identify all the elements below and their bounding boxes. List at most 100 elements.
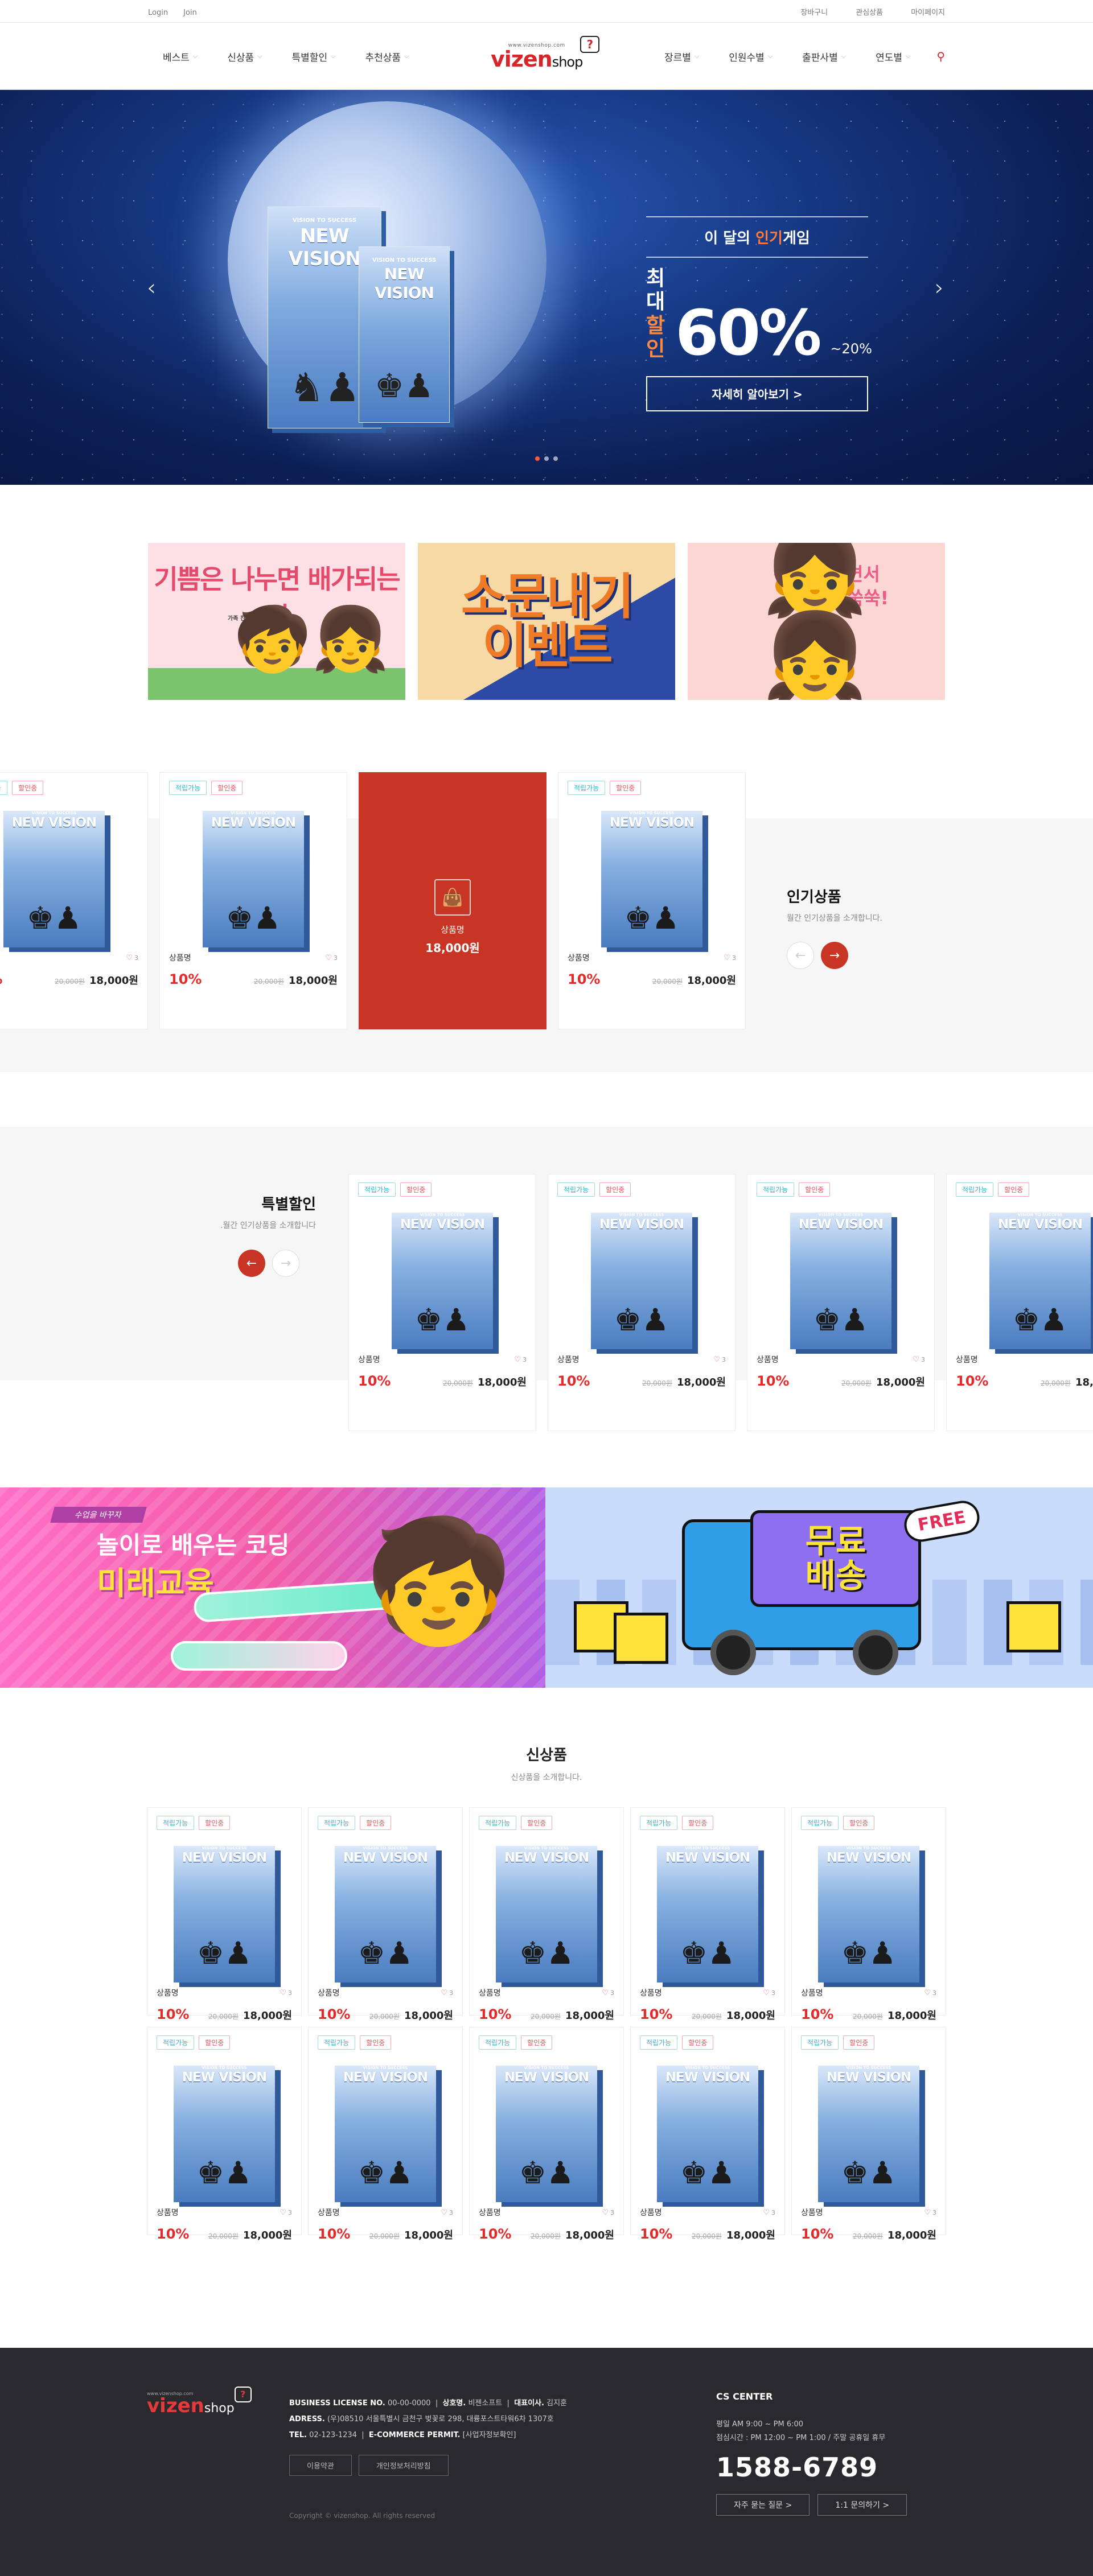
faq-button[interactable]: 자주 묻는 질문 > (716, 2494, 810, 2516)
like-button[interactable]: ♡ 3 (280, 2208, 292, 2217)
nav-item-genre[interactable]: 장르별 ⌵ (664, 50, 699, 64)
nav-item-special[interactable]: 특별할인 ⌵ (292, 50, 336, 64)
pagination-dot[interactable] (535, 456, 540, 461)
like-button[interactable]: ♡ 3 (126, 954, 138, 962)
heart-icon: ♡ (924, 1988, 931, 1997)
heart-icon: ♡ (602, 1988, 609, 1997)
sale-price: 18,000원 (477, 1376, 527, 1388)
popular-carousel-nav: ← → (787, 942, 848, 969)
product-card[interactable]: 적립가능할인중VISION TO SUCCESSNEW VISION♚♟상품명♡… (308, 2027, 463, 2242)
like-button[interactable]: ♡ 3 (602, 1989, 614, 1997)
discount-rate: 10% (157, 2226, 190, 2242)
product-name: 상품명 (568, 954, 590, 963)
pagination-dot[interactable] (553, 456, 558, 461)
wishlist-link[interactable]: 관심상품 (856, 9, 883, 17)
product-image: VISION TO SUCCESS NEW VISION ♚♟ (989, 1213, 1091, 1349)
nav-item-recommend[interactable]: 추천상품 ⌵ (365, 50, 409, 64)
product-name: 상품명 (318, 1989, 340, 1998)
like-button[interactable]: ♡ 3 (724, 954, 736, 962)
sale-tag: 할인중 (610, 781, 642, 795)
privacy-button[interactable]: 개인정보처리방침 (358, 2455, 449, 2476)
nav-item-publisher[interactable]: 출판사별 ⌵ (802, 50, 846, 64)
chess-piece-icon: ♚♟ (26, 900, 82, 936)
product-card[interactable]: 적립가능할인중VISION TO SUCCESSNEW VISION♚♟상품명♡… (630, 2027, 785, 2242)
product-card[interactable]: 적립가능할인중VISION TO SUCCESSNEW VISION♚♟상품명♡… (548, 1174, 735, 1431)
promo-eq[interactable]: 친구랑 놀면서 EQ도 쑥쑥! 👧👧 (688, 543, 945, 700)
product-card[interactable]: 적립가능할인중VISION TO SUCCESSNEW VISION♚♟상품명♡… (747, 1174, 935, 1431)
like-button[interactable]: ♡ 3 (325, 954, 338, 962)
like-button[interactable]: ♡ 3 (514, 1355, 527, 1364)
product-card[interactable]: 적립가능할인중VISION TO SUCCESSNEW VISION♚♟상품명♡… (630, 1807, 785, 2022)
search-icon[interactable]: ⚲ (936, 50, 945, 63)
site-logo[interactable]: www.vizenshop.com vizenshop ? (491, 36, 600, 70)
original-price: 20,000원 (208, 2232, 239, 2240)
discount-rate: 10% (640, 2006, 673, 2022)
original-price: 20,000원 (530, 2013, 561, 2021)
nav-right: 장르별 ⌵ 인원수별 ⌵ 출판사별 ⌵ 연도별 ⌵ ⚲ (650, 50, 945, 64)
product-image: VISION TO SUCCESS NEW VISION ♚♟ (657, 2066, 758, 2202)
product-card[interactable]: 적립가능할인중VISION TO SUCCESSNEW VISION♚♟상품명♡… (147, 2027, 302, 2242)
product-card[interactable]: 적립가능할인중VISION TO SUCCESSNEW VISION♚♟상품명♡… (946, 1174, 1093, 1431)
login-link[interactable]: Login (148, 9, 168, 17)
like-button[interactable]: ♡ 3 (763, 1989, 775, 1997)
like-button[interactable]: ♡ 3 (280, 1989, 292, 1997)
shopping-bag-icon: 👜 (434, 879, 471, 916)
like-button[interactable]: ♡ 3 (713, 1355, 726, 1364)
like-button[interactable]: ♡ 3 (924, 1989, 936, 1997)
terms-button[interactable]: 이용약관 (289, 2455, 352, 2476)
like-button[interactable]: ♡ 3 (924, 2208, 936, 2217)
nav-item-players[interactable]: 인원수별 ⌵ (729, 50, 773, 64)
product-card-hover[interactable]: 👜 상품명 18,000원 (359, 772, 546, 1029)
hero-next-button[interactable]: › (935, 275, 944, 301)
carousel-prev-button[interactable]: ← (238, 1250, 265, 1277)
like-button[interactable]: ♡ 3 (602, 2208, 614, 2217)
free-shipping-banner[interactable]: 무료 배송 FREE (545, 1487, 1093, 1688)
product-card[interactable]: 적립가능할인중VISION TO SUCCESSNEW VISION♚♟상품명♡… (348, 1174, 536, 1431)
cart-link[interactable]: 장바구니 (800, 9, 828, 17)
qna-button[interactable]: 1:1 문의하기 > (817, 2494, 907, 2516)
product-card[interactable]: 적립가능할인중VISION TO SUCCESSNEW VISION♚♟상품명♡… (791, 1807, 946, 2022)
cs-phone[interactable]: 1588-6789 (716, 2452, 907, 2483)
pagination-dot[interactable] (544, 456, 549, 461)
chess-piece-icon: ♚♟ (614, 1302, 669, 1338)
product-card[interactable]: 적립가능할인중VISION TO SUCCESSNEW VISION♚♟상품명♡… (558, 772, 746, 1029)
heart-icon: ♡ (713, 1355, 720, 1364)
sale-tag: 할인중 (360, 1816, 392, 1830)
like-button[interactable]: ♡ 3 (763, 2208, 775, 2217)
product-card[interactable]: 적립가능할인중VISION TO SUCCESSNEW VISION♚♟상품명♡… (147, 1807, 302, 2022)
footer-logo[interactable]: www.vizenshop.com vizenshop ? (147, 2387, 252, 2416)
nav-item-new[interactable]: 신상품 ⌵ (227, 50, 262, 64)
hero-prev-button[interactable]: ‹ (147, 275, 156, 301)
points-tag: 적립가능 (557, 1182, 595, 1197)
coding-banner[interactable]: 수업을 바꾸자 놀이로 배우는 코딩 미래교육 🧒 (0, 1487, 545, 1688)
mypage-link[interactable]: 마이페이지 (911, 9, 945, 17)
promo-rumor-event[interactable]: 소문내기 이벤트 (418, 543, 675, 700)
carousel-next-button[interactable]: → (821, 942, 848, 969)
hero-more-button[interactable]: 자세히 알아보기 > (646, 376, 868, 411)
product-card[interactable]: 적립가능할인중VISION TO SUCCESSNEW VISION♚♟상품명♡… (159, 772, 347, 1029)
product-card[interactable]: 적립가능할인중VISION TO SUCCESSNEW VISION♚♟상품명♡… (469, 2027, 624, 2242)
product-image: VISION TO SUCCESS NEW VISION ♚♟ (392, 1213, 493, 1349)
wheel-icon (710, 1630, 756, 1675)
product-card[interactable]: 적립가능할인중VISION TO SUCCESSNEW VISION♚♟상품명♡… (0, 772, 148, 1029)
join-link[interactable]: Join (183, 9, 197, 17)
nav-item-best[interactable]: 베스트 ⌵ (163, 50, 198, 64)
nav-item-year[interactable]: 연도별 ⌵ (876, 50, 910, 64)
child-reading-illustration: 🧒 (364, 1511, 513, 1651)
carousel-next-button[interactable]: → (272, 1250, 299, 1277)
promo-share-joy[interactable]: 기쁨은 나누면 배가되는법 가족 친구와 함께하는 게임 🧒👧 (148, 543, 405, 700)
new-products-heading: 신상품 신상품을 소개합니다. (511, 1747, 582, 1782)
product-card[interactable]: 적립가능할인중VISION TO SUCCESSNEW VISION♚♟상품명♡… (308, 1807, 463, 2022)
hero-book-front: VISION TO SUCCESS NEW VISION ♚♟ (359, 246, 450, 423)
like-button[interactable]: ♡ 3 (441, 2208, 453, 2217)
chevron-down-icon: ⌵ (192, 52, 198, 60)
like-button[interactable]: ♡ 3 (913, 1355, 925, 1364)
wheel-icon (853, 1630, 898, 1675)
original-price: 20,000원 (369, 2232, 400, 2240)
product-card[interactable]: 적립가능할인중VISION TO SUCCESSNEW VISION♚♟상품명♡… (791, 2027, 946, 2242)
like-button[interactable]: ♡ 3 (441, 1989, 453, 1997)
product-card[interactable]: 적립가능할인중VISION TO SUCCESSNEW VISION♚♟상품명♡… (469, 1807, 624, 2022)
product-name: 상품명 (801, 2208, 823, 2218)
sale-price: 18,000원 (89, 975, 138, 987)
carousel-prev-button[interactable]: ← (787, 942, 814, 969)
